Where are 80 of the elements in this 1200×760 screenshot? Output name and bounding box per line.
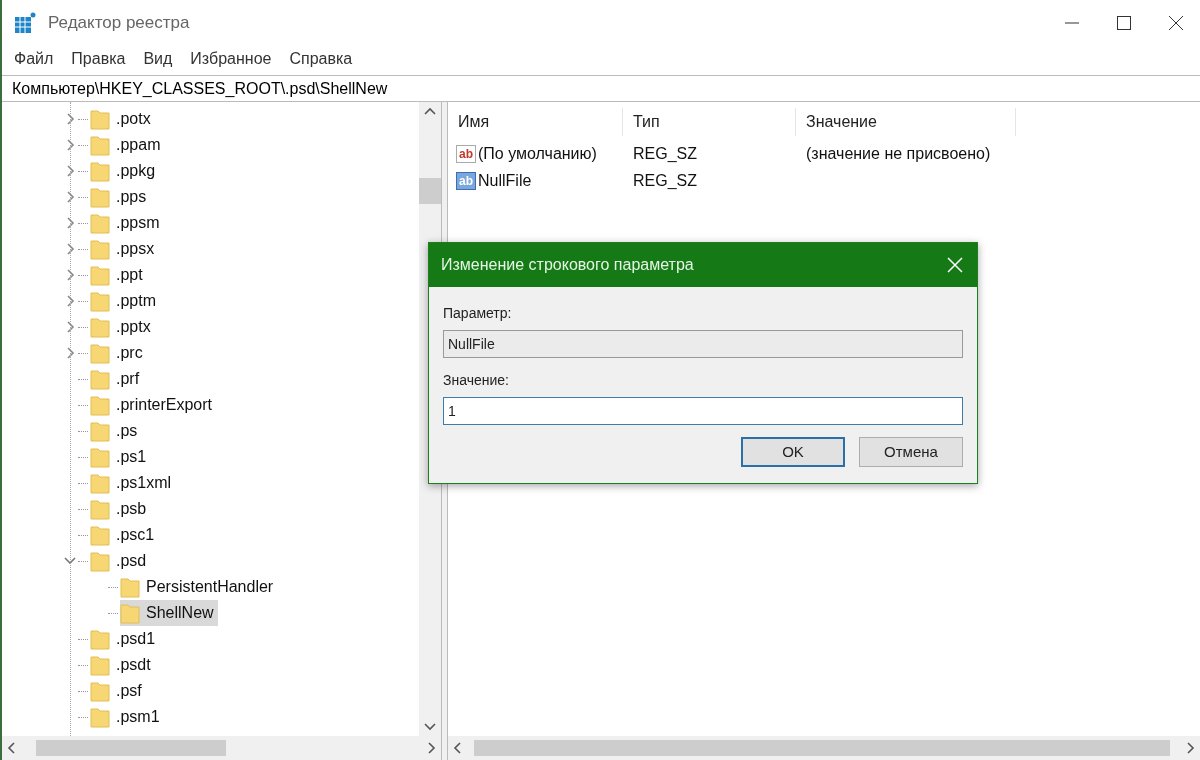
menu-item[interactable]: Избранное [190,47,272,71]
tree-item[interactable]: .psdt [90,652,155,678]
tree-item[interactable]: .pptm [90,288,160,314]
dialog-button[interactable]: Отмена [859,437,963,467]
parameter-name-field[interactable]: NullFile [443,330,963,358]
folder-icon [90,108,110,130]
window-title: Редактор реестра [48,11,190,34]
scrollbar-thumb[interactable] [474,740,1170,756]
tree-item[interactable]: .potx [90,106,155,132]
value-data: (значение не присвоено) [805,143,991,164]
tree-item[interactable]: .prc [90,340,147,366]
tree-item[interactable]: .psd1 [90,626,160,652]
dialog-button[interactable]: OK [741,437,845,467]
tree-item[interactable]: .ps [90,418,142,444]
tree-item[interactable]: .ppsx [90,236,159,262]
value-type: REG_SZ [632,170,698,191]
field-label: Параметр: [443,304,513,323]
address-bar[interactable]: Компьютер\HKEY_CLASSES_ROOT\.psd\ShellNew [2,75,1200,102]
folder-icon [90,628,110,650]
value-name[interactable]: (По умолчанию) [478,141,597,166]
folder-icon [120,602,140,624]
folder-icon [90,472,110,494]
menu-item[interactable]: Файл [14,47,54,71]
folder-icon [90,524,110,546]
folder-icon [90,654,110,676]
tree-item[interactable]: .prf [90,366,144,392]
menu-item[interactable]: Правка [71,47,126,71]
tree-item[interactable]: .psc1 [90,522,159,548]
column-header[interactable]: Тип [623,108,796,136]
tree-item[interactable]: .ppt [90,262,147,288]
tree-item[interactable]: .psd [90,548,151,574]
tree-item[interactable]: .pptx [90,314,155,340]
folder-icon [90,446,110,468]
menu-item[interactable]: Справка [289,47,353,71]
tree-item[interactable]: .ps1 [90,444,151,470]
tree-item[interactable]: .ppkg [90,158,160,184]
maximize-icon[interactable] [1116,14,1132,31]
tree-item[interactable]: .psm1 [90,704,164,730]
tree-item[interactable]: .pps [90,184,151,210]
folder-icon [90,394,110,416]
field-label: Значение: [443,371,510,390]
folder-icon [90,238,110,260]
folder-icon [90,134,110,156]
folder-icon [90,420,110,442]
scrollbar-thumb[interactable] [36,740,226,756]
folder-icon [90,212,110,234]
folder-icon [90,550,110,572]
dialog-title: Изменение строкового параметра [441,255,695,275]
tree-item[interactable]: .psb [90,496,151,522]
folder-icon [90,680,110,702]
folder-icon [90,498,110,520]
value-name[interactable]: NullFile [478,168,532,193]
tree-item[interactable]: ShellNew [120,600,218,626]
horizontal-scrollbar[interactable] [448,736,1200,760]
menu-item[interactable]: Вид [143,47,173,71]
registry-grid-icon [14,11,36,34]
tree-item[interactable]: .ps1xml [90,470,176,496]
tree-item[interactable]: .printerExport [90,392,217,418]
folder-icon [90,264,110,286]
string-value-icon: ab [456,144,476,163]
horizontal-scrollbar[interactable] [2,736,441,760]
tree-item[interactable]: PersistentHandler [120,574,278,600]
tree-item[interactable]: .ppam [90,132,165,158]
string-value-icon: ab [456,171,476,190]
value-field[interactable]: 1 [443,397,963,425]
folder-icon [90,186,110,208]
folder-icon [120,576,140,598]
column-header[interactable]: Имя [448,108,623,136]
tree-item[interactable]: .psf [90,678,146,704]
folder-icon [90,316,110,338]
folder-icon [90,160,110,182]
folder-icon [90,706,110,728]
folder-icon [90,342,110,364]
folder-icon [90,368,110,390]
close-icon[interactable] [1168,14,1184,31]
tree-item[interactable]: .ppsm [90,210,164,236]
scrollbar-thumb[interactable] [419,178,441,204]
value-type: REG_SZ [632,143,698,164]
folder-icon [90,290,110,312]
column-header[interactable]: Значение [796,108,1016,136]
